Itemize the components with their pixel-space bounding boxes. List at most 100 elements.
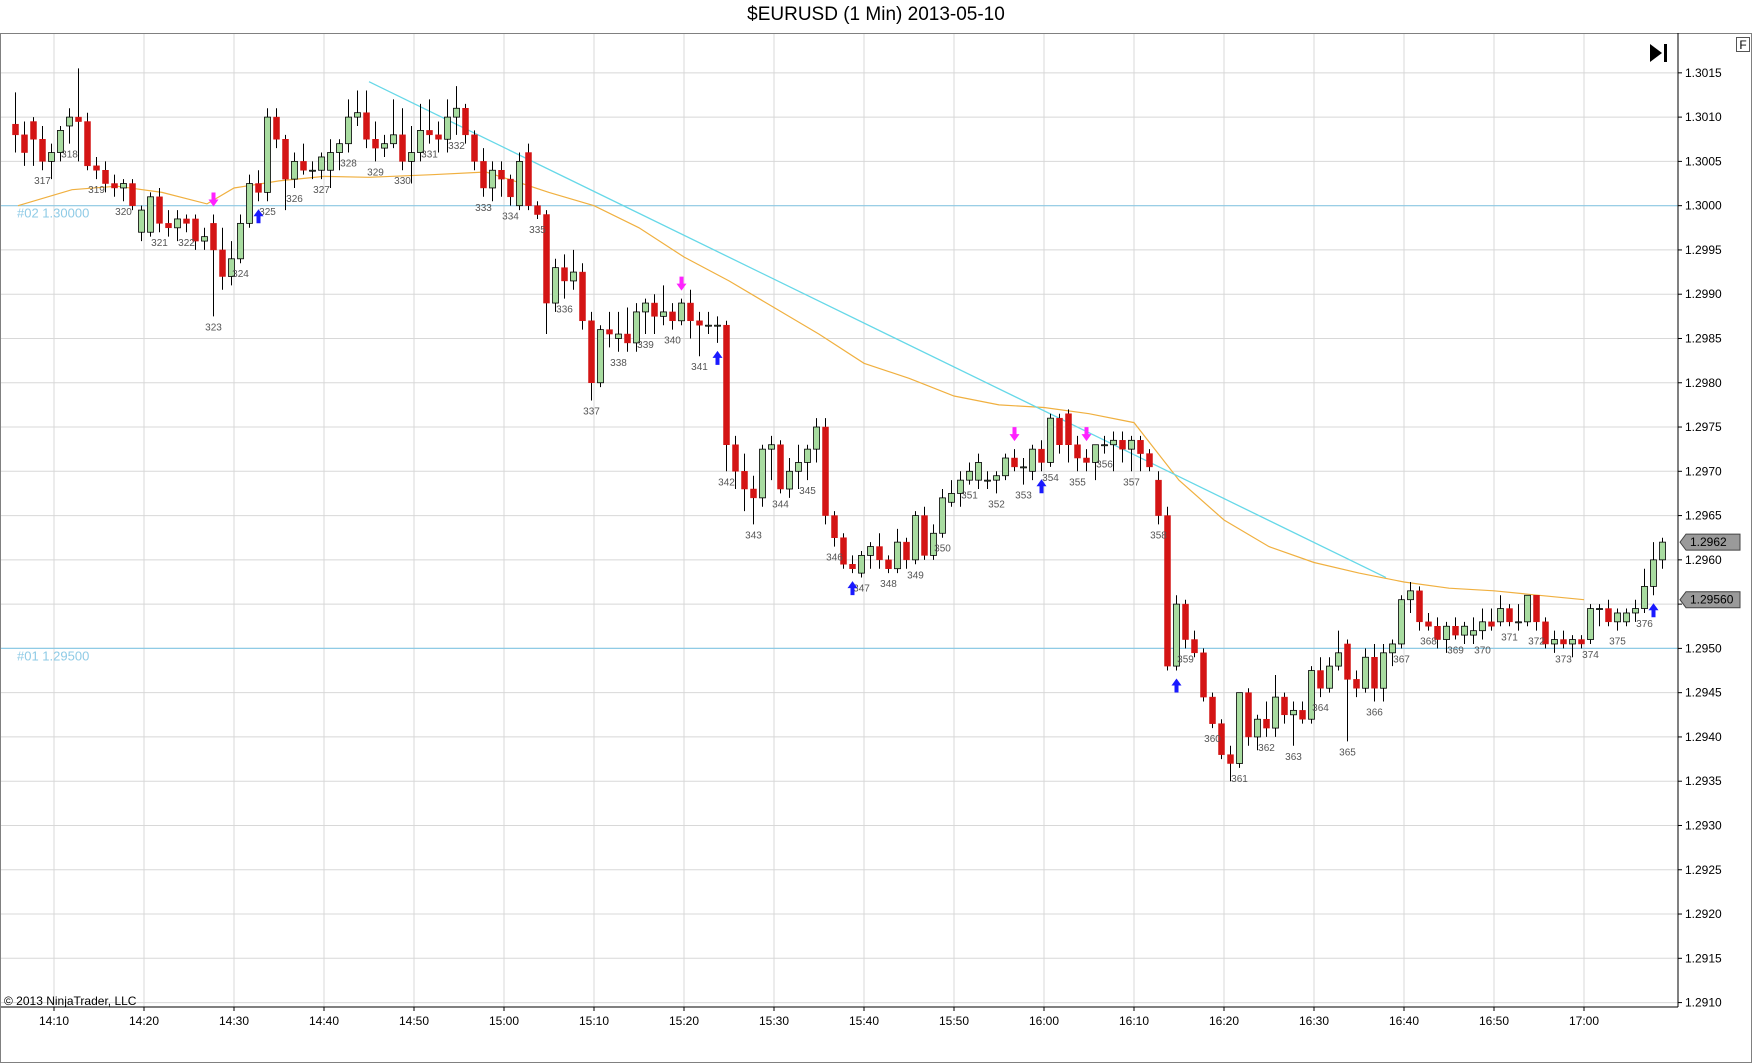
- bar-label: 336: [556, 305, 573, 316]
- candle-body-down: [624, 333, 631, 344]
- candle-body-up: [1569, 639, 1576, 645]
- bar-label: 360: [1204, 734, 1221, 745]
- candle: [480, 148, 487, 197]
- x-tick-label: 15:30: [759, 1014, 789, 1028]
- candle: [876, 533, 883, 569]
- candle-body-down: [1083, 457, 1090, 463]
- candle-body-down: [183, 218, 190, 224]
- candle: [624, 307, 631, 352]
- candle: [939, 489, 946, 538]
- candle: [237, 214, 244, 264]
- candle-body-down: [732, 444, 739, 472]
- bar-label: 329: [367, 167, 384, 178]
- candle: [156, 187, 163, 233]
- candle-body-up: [975, 462, 982, 481]
- candle: [741, 453, 748, 512]
- moving-average: [17, 171, 1585, 601]
- candle: [993, 471, 1000, 494]
- candle-body-up: [642, 302, 649, 313]
- candle-body-up: [1326, 665, 1333, 689]
- grid: [1, 33, 1678, 1007]
- candle-body-down: [1371, 656, 1378, 689]
- bar-label: 333: [475, 203, 492, 214]
- candle: [1191, 630, 1198, 658]
- candle-body-up: [1128, 439, 1135, 450]
- candle-body-down: [831, 515, 838, 538]
- candle-body-down: [165, 223, 172, 229]
- candle: [1272, 674, 1279, 737]
- bar-label: 318: [61, 150, 78, 161]
- candle-body-up: [966, 470, 973, 481]
- candle-body-up: [894, 541, 901, 570]
- x-tick-label: 14:20: [129, 1014, 159, 1028]
- candles: [12, 68, 1666, 782]
- candle-body-down: [1227, 754, 1234, 764]
- candle-body-down: [1245, 692, 1252, 738]
- candle: [1137, 435, 1144, 472]
- copyright-text: © 2013 NinjaTrader, LLC: [4, 994, 137, 1008]
- candle-body-up: [381, 143, 388, 149]
- candle-body-down: [687, 302, 694, 322]
- horizontal-levels: #02 1.30000 #01 1.29500: [1, 205, 1678, 663]
- candle: [1407, 581, 1414, 613]
- candle-body-up: [759, 448, 766, 499]
- y-tick-label: 1.2925: [1685, 863, 1722, 877]
- signal-up-arrow-icon: [1171, 678, 1182, 693]
- bar-label: 339: [637, 340, 654, 351]
- candle: [885, 555, 892, 574]
- candle-body-up: [345, 116, 352, 145]
- y-tick-label: 1.2995: [1685, 243, 1722, 257]
- candle: [849, 555, 856, 574]
- candle: [273, 108, 280, 149]
- signal-up-arrow-icon: [1648, 603, 1659, 618]
- jump-to-end-button[interactable]: [1643, 40, 1671, 64]
- candlestick-chart[interactable]: #02 1.30000 #01 1.29500 317 318 319 320 321 32…: [0, 0, 1752, 1064]
- x-tick-label: 15:40: [849, 1014, 879, 1028]
- candle: [1587, 604, 1594, 644]
- bar-label: 326: [286, 194, 303, 205]
- candle: [723, 320, 730, 472]
- candle: [1182, 599, 1189, 649]
- candle: [66, 108, 73, 144]
- candle: [1497, 595, 1504, 627]
- candle: [507, 174, 514, 206]
- candle-body-up: [939, 497, 946, 534]
- x-tick-label: 14:30: [219, 1014, 249, 1028]
- candle-body-up: [327, 152, 334, 171]
- candle: [300, 143, 307, 175]
- candle-body-down: [1155, 479, 1162, 516]
- bar-label: 363: [1285, 752, 1302, 763]
- signal-arrows: [208, 192, 1659, 693]
- candle: [21, 121, 28, 166]
- bar-label: 341: [691, 362, 708, 373]
- x-tick-label: 16:10: [1119, 1014, 1149, 1028]
- candle: [669, 303, 676, 330]
- candle: [1281, 692, 1288, 724]
- candle: [129, 179, 136, 211]
- candle: [831, 511, 838, 547]
- candle-body-down: [255, 183, 262, 193]
- bar-label: 369: [1447, 646, 1464, 657]
- signal-down-arrow-icon: [208, 192, 219, 207]
- candle-body-down: [39, 139, 46, 162]
- candle: [1119, 431, 1126, 463]
- candle-body-down: [1488, 621, 1495, 627]
- candle-body-down: [372, 139, 379, 149]
- candle-body-up: [354, 112, 361, 118]
- candle: [120, 179, 127, 202]
- candle-body-up: [912, 515, 919, 561]
- y-tick-label: 1.2990: [1685, 287, 1722, 301]
- candle: [1641, 568, 1648, 613]
- f-button[interactable]: F: [1736, 37, 1750, 53]
- candle-body-up: [1614, 612, 1621, 623]
- candle-body-up: [1110, 439, 1117, 446]
- y-tick-label: 1.2915: [1685, 951, 1722, 965]
- candle-body-up: [1587, 608, 1594, 640]
- candle-body-up: [705, 324, 712, 327]
- candle-body-up: [1650, 559, 1657, 587]
- bar-label: 335: [529, 225, 546, 236]
- x-tick-label: 14:10: [39, 1014, 69, 1028]
- candle: [813, 418, 820, 463]
- candle: [30, 117, 37, 166]
- candle: [1560, 630, 1567, 649]
